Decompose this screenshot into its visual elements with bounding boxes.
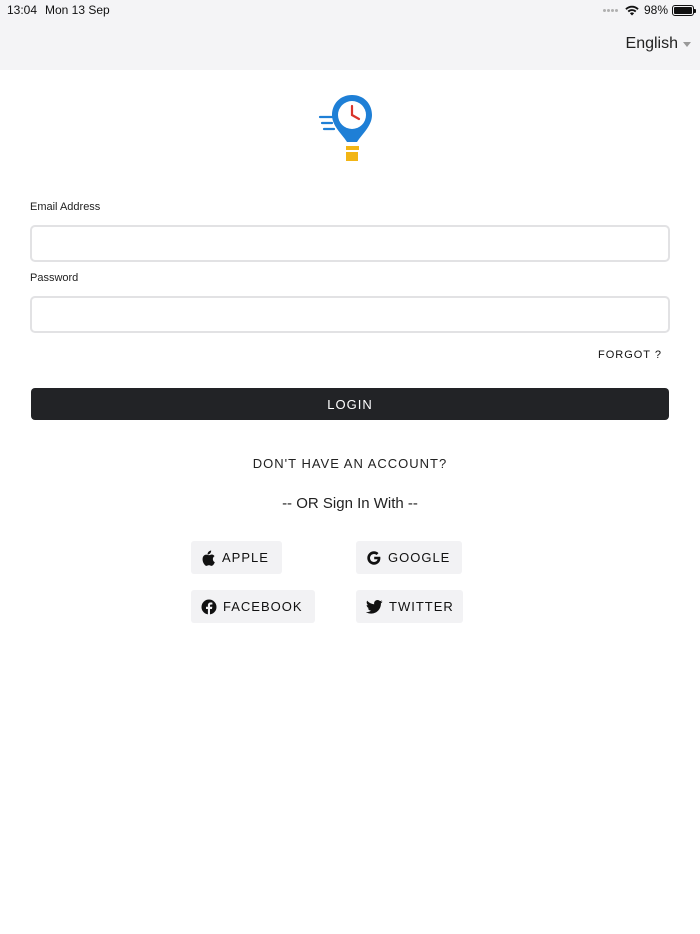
login-button[interactable]: LOGIN bbox=[31, 388, 669, 420]
email-label: Email Address bbox=[30, 201, 101, 213]
facebook-icon bbox=[201, 599, 217, 615]
password-field[interactable] bbox=[30, 296, 670, 333]
app-logo bbox=[318, 92, 380, 164]
status-indicators: 98% bbox=[602, 3, 696, 17]
forgot-password-link[interactable]: FORGOT ? bbox=[598, 349, 662, 361]
status-time: 13:04 bbox=[7, 3, 38, 17]
apple-button-label: APPLE bbox=[222, 550, 269, 565]
wifi-icon bbox=[625, 5, 639, 16]
twitter-signin-button[interactable]: TWITTER bbox=[356, 590, 463, 623]
password-label: Password bbox=[30, 272, 79, 284]
language-selector[interactable]: English bbox=[626, 35, 691, 53]
email-field[interactable] bbox=[30, 225, 670, 262]
signup-link[interactable]: DON'T HAVE AN ACCOUNT? bbox=[0, 456, 700, 471]
cellular-signal-icon bbox=[602, 8, 619, 12]
twitter-button-label: TWITTER bbox=[389, 599, 454, 614]
facebook-button-label: FACEBOOK bbox=[223, 599, 303, 614]
top-bar: 13:04 Mon 13 Sep 98% English bbox=[0, 0, 700, 70]
google-icon bbox=[367, 550, 381, 565]
social-divider-text: -- OR Sign In With -- bbox=[282, 495, 418, 512]
apple-signin-button[interactable]: APPLE bbox=[191, 541, 282, 574]
status-date: Mon 13 Sep bbox=[45, 3, 110, 17]
battery-percent: 98% bbox=[643, 3, 668, 17]
google-button-label: GOOGLE bbox=[388, 550, 451, 565]
twitter-icon bbox=[366, 599, 383, 614]
facebook-signin-button[interactable]: FACEBOOK bbox=[191, 590, 315, 623]
apple-icon bbox=[202, 549, 215, 566]
language-selected: English bbox=[625, 35, 678, 52]
chevron-down-icon bbox=[683, 42, 691, 47]
battery-icon bbox=[672, 4, 696, 16]
google-signin-button[interactable]: GOOGLE bbox=[356, 541, 462, 574]
